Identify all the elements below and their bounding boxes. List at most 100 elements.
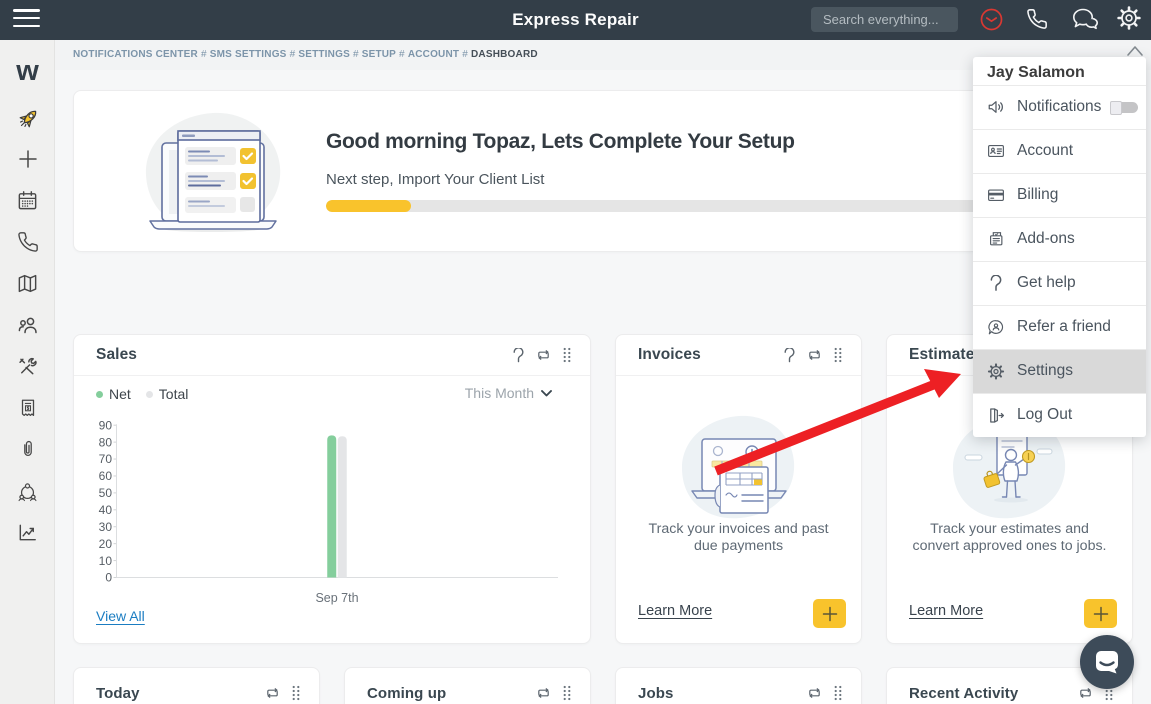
- svg-text:20: 20: [99, 537, 113, 551]
- logout-icon: [987, 406, 1005, 424]
- estimates-description: Track your estimates andconvert approved…: [897, 521, 1122, 555]
- sidebar: w: [0, 40, 55, 704]
- id-card-icon: [987, 142, 1005, 160]
- chat-launcher-button[interactable]: [1080, 635, 1134, 689]
- search-input[interactable]: [811, 7, 958, 32]
- svg-text:10: 10: [99, 554, 113, 568]
- gear-icon[interactable]: [1116, 5, 1142, 31]
- breadcrumb: NOTIFICATIONS CENTER#SMS SETTINGS#SETTIN…: [73, 49, 538, 60]
- menu-item-account[interactable]: Account: [973, 129, 1146, 173]
- tools-icon[interactable]: [16, 354, 40, 378]
- help-icon[interactable]: [512, 348, 525, 363]
- learn-more-link[interactable]: Learn More: [909, 603, 983, 619]
- attachment-icon[interactable]: [16, 437, 40, 461]
- notifications-toggle[interactable]: [1110, 101, 1138, 115]
- sales-card: Sales Net Total This Mo: [73, 334, 591, 644]
- calendar-icon[interactable]: [16, 188, 40, 212]
- today-card-title: Today: [96, 685, 254, 702]
- plus-icon: [1093, 606, 1109, 622]
- add-estimate-button[interactable]: [1084, 599, 1117, 628]
- menu-item-refer-a-friend[interactable]: Refer a friend: [973, 305, 1146, 349]
- refresh-icon[interactable]: [536, 686, 551, 700]
- legend-label-net: Net: [109, 386, 131, 402]
- coming-up-card-title: Coming up: [367, 685, 525, 702]
- timer-icon[interactable]: [978, 6, 1004, 32]
- menu-item-notifications[interactable]: Notifications: [973, 85, 1146, 129]
- chevron-down-icon: [541, 390, 552, 397]
- refresh-icon[interactable]: [807, 686, 822, 700]
- coming-up-card: Coming up: [344, 667, 591, 704]
- menu-user-name: Jay Salamon: [987, 64, 1085, 82]
- phone-icon[interactable]: [1024, 6, 1050, 32]
- svg-text:50: 50: [99, 486, 113, 500]
- learn-more-link[interactable]: Learn More: [638, 603, 712, 619]
- range-selector[interactable]: This Month: [465, 385, 552, 401]
- map-icon[interactable]: [16, 271, 40, 295]
- menu-item-label: Account: [1017, 142, 1073, 160]
- svg-text:Sep 7th: Sep 7th: [315, 591, 358, 605]
- svg-text:80: 80: [99, 435, 113, 449]
- breadcrumb-item[interactable]: SMS SETTINGS: [210, 49, 287, 60]
- speaker-icon: [987, 98, 1005, 116]
- question-icon: [987, 274, 1005, 292]
- user-menu: Jay Salamon Notifications: [973, 57, 1146, 437]
- dispatch-icon[interactable]: [16, 479, 40, 503]
- breadcrumb-item[interactable]: ACCOUNT: [408, 49, 459, 60]
- invoices-card-title: Invoices: [638, 346, 772, 364]
- breadcrumb-separator: #: [287, 49, 299, 60]
- add-icon[interactable]: [16, 147, 40, 171]
- breadcrumb-item[interactable]: SETTINGS: [298, 49, 350, 60]
- drag-handle-icon[interactable]: [562, 685, 572, 701]
- setup-progress-fill: [326, 200, 411, 212]
- breadcrumb-separator: #: [350, 49, 362, 60]
- plus-icon: [822, 606, 838, 622]
- setup-title: Good morning Topaz, Lets Complete Your S…: [326, 130, 795, 154]
- menu-item-label: Notifications: [1017, 98, 1101, 116]
- reports-icon[interactable]: [16, 520, 40, 544]
- refresh-icon[interactable]: [536, 348, 551, 362]
- chat-bubble-icon: [1092, 647, 1122, 677]
- breadcrumb-separator: #: [396, 49, 408, 60]
- breadcrumb-separator: #: [459, 49, 471, 60]
- drag-handle-icon[interactable]: [562, 347, 572, 363]
- drag-handle-icon[interactable]: [833, 685, 843, 701]
- legend-label-total: Total: [159, 386, 189, 402]
- menu-item-billing[interactable]: Billing: [973, 173, 1146, 217]
- add-invoice-button[interactable]: [813, 599, 846, 628]
- chat-icon[interactable]: [1070, 6, 1100, 32]
- drag-handle-icon[interactable]: [833, 347, 843, 363]
- menu-item-log-out[interactable]: Log Out: [973, 393, 1146, 437]
- sales-card-title: Sales: [96, 346, 501, 364]
- menu-item-label: Settings: [1017, 362, 1073, 380]
- hamburger-menu-icon[interactable]: [13, 9, 40, 31]
- phone-icon[interactable]: [16, 230, 40, 254]
- rocket-icon[interactable]: [16, 107, 40, 131]
- invoice-icon[interactable]: [16, 396, 40, 420]
- workiz-logo[interactable]: w: [0, 56, 55, 86]
- breadcrumb-item-current[interactable]: DASHBOARD: [471, 49, 538, 60]
- legend-item-total: Total: [146, 386, 189, 402]
- menu-item-label: Billing: [1017, 186, 1058, 204]
- help-icon[interactable]: [783, 348, 796, 363]
- menu-item-label: Add-ons: [1017, 230, 1075, 248]
- recent-activity-card-title: Recent Activity: [909, 685, 1067, 702]
- refresh-icon[interactable]: [807, 348, 822, 362]
- breadcrumb-item[interactable]: NOTIFICATIONS CENTER: [73, 49, 198, 60]
- menu-item-settings[interactable]: Settings: [973, 349, 1146, 393]
- refresh-icon[interactable]: [1078, 686, 1093, 700]
- breadcrumb-item[interactable]: SETUP: [362, 49, 396, 60]
- menu-item-label: Log Out: [1017, 406, 1072, 424]
- svg-text:90: 90: [99, 418, 113, 432]
- refresh-icon[interactable]: [265, 686, 280, 700]
- view-all-link[interactable]: View All: [96, 608, 145, 624]
- today-card: Today: [73, 667, 320, 704]
- invoices-illustration: [674, 413, 804, 521]
- legend-dot-net: [96, 391, 103, 398]
- top-header: Express Repair: [0, 0, 1151, 40]
- invoices-description: Track your invoices and pastdue payments: [626, 521, 851, 555]
- menu-item-get-help[interactable]: Get help: [973, 261, 1146, 305]
- drag-handle-icon[interactable]: [291, 685, 301, 701]
- team-icon[interactable]: [16, 313, 40, 337]
- menu-item-add-ons[interactable]: Add-ons: [973, 217, 1146, 261]
- svg-text:30: 30: [99, 520, 113, 534]
